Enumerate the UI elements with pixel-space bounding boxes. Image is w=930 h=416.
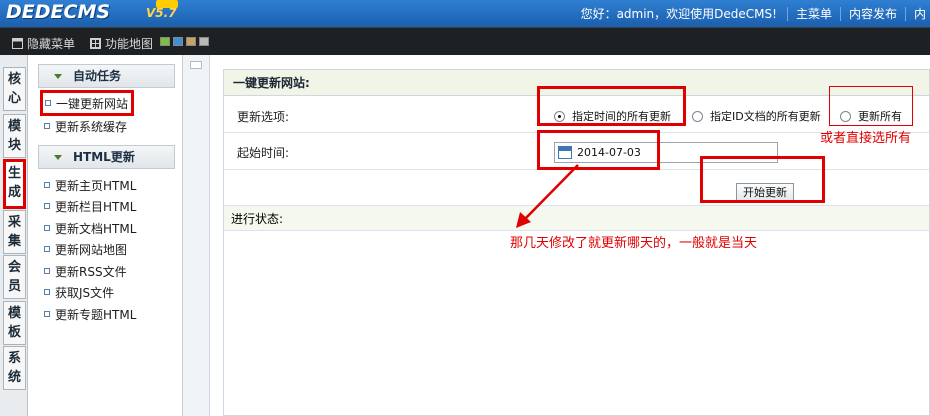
note-select-all: 或者直接选所有 [820, 131, 912, 146]
arrow-line [521, 164, 579, 223]
note-update-date: 那几天修改了就更新哪天的，一般就是当天 [510, 236, 758, 251]
dedecms-admin-page: DEDECMS V5.7 您好：admin，欢迎使用DedeCMS! 主菜单 内… [0, 0, 930, 416]
annotation-arrow [516, 164, 579, 228]
